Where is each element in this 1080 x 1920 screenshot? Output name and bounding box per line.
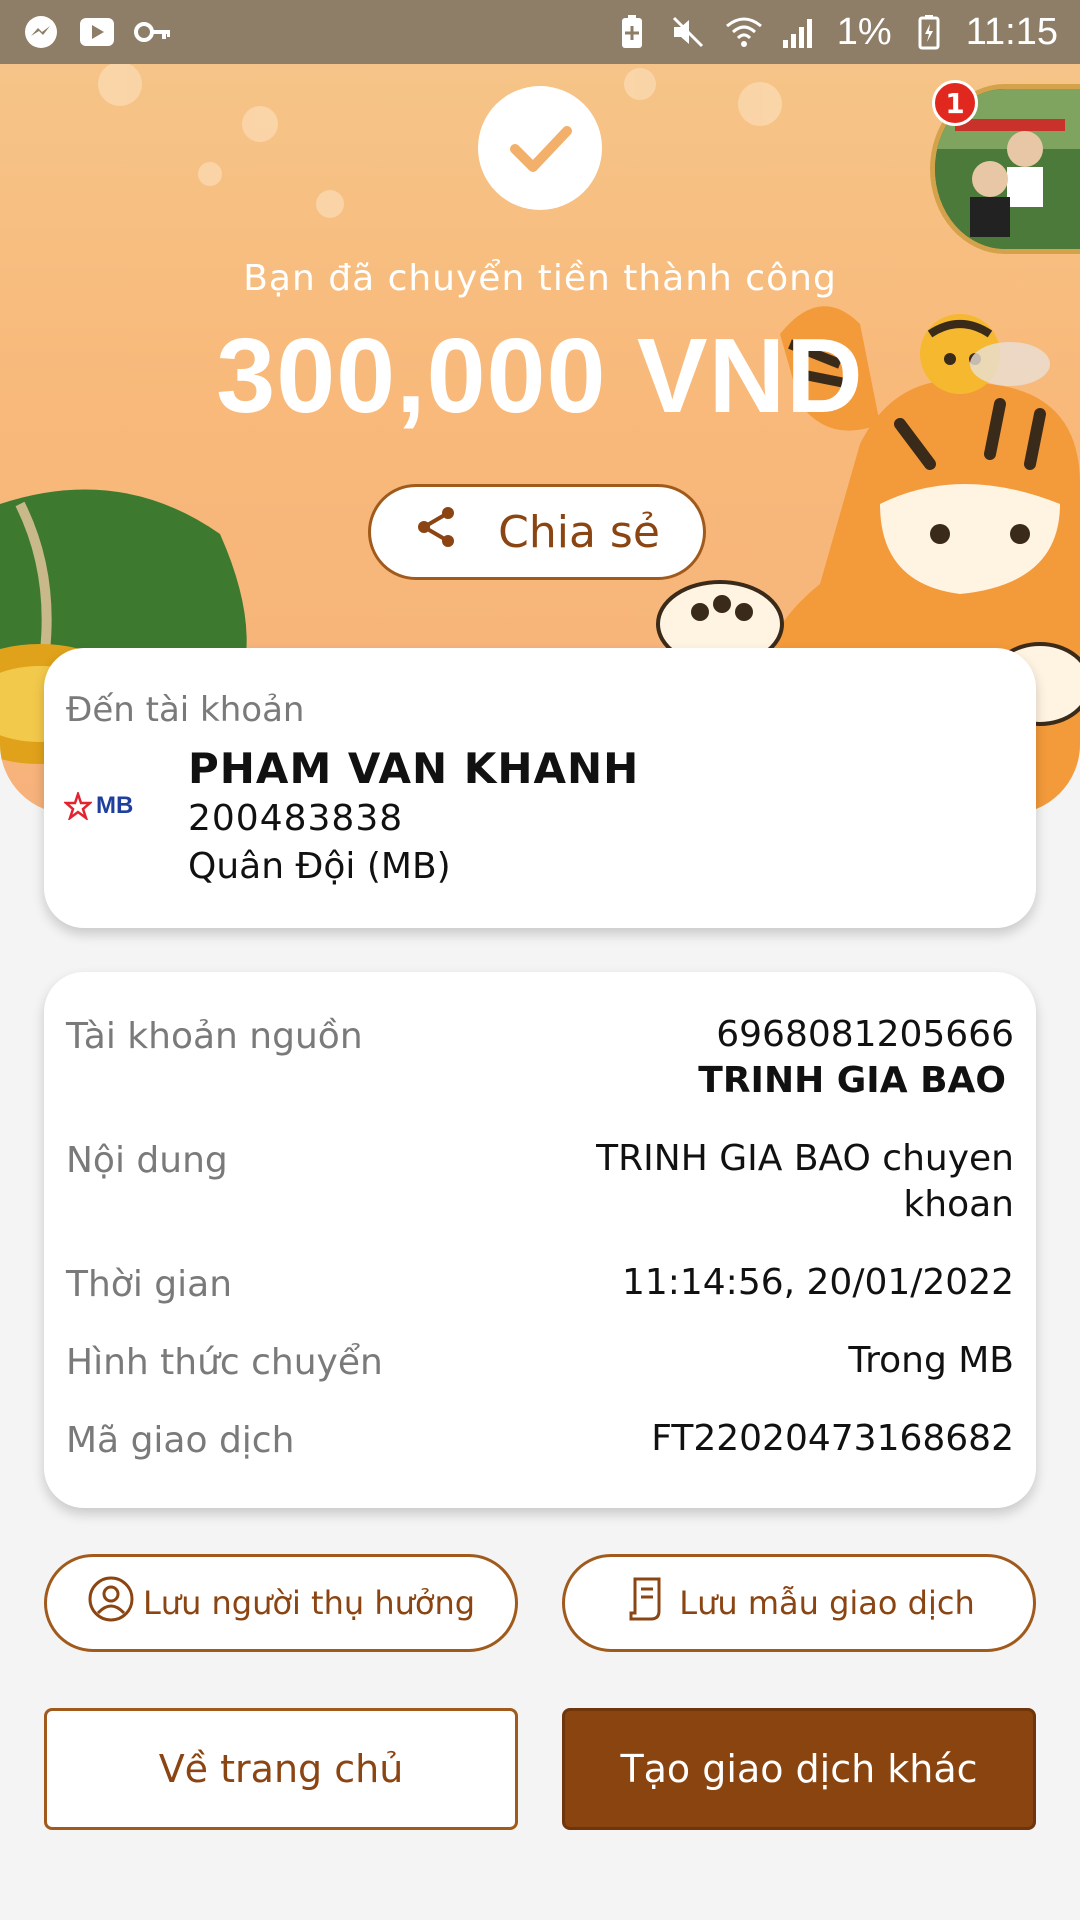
battery-saver-icon (613, 13, 651, 51)
new-transaction-button[interactable]: Tạo giao dịch khác (562, 1708, 1036, 1830)
success-check-icon (478, 86, 602, 210)
transaction-id-label: Mã giao dịch (66, 1420, 295, 1461)
battery-icon (910, 13, 948, 51)
destination-card: Đến tài khoản MB PHAM VAN KHANH 20048383… (44, 648, 1036, 928)
save-beneficiary-button[interactable]: Lưu người thụ hưởng (44, 1554, 518, 1652)
beneficiary-account-number: 200483838 (188, 798, 404, 839)
method-value: Trong MB (848, 1340, 1014, 1381)
save-template-button[interactable]: Lưu mẫu giao dịch (562, 1554, 1036, 1652)
mute-icon (669, 13, 707, 51)
save-template-label: Lưu mẫu giao dịch (679, 1584, 975, 1622)
transfer-amount: 300,000 VND (216, 317, 864, 435)
transaction-id-value: FT22020473168682 (651, 1418, 1014, 1459)
video-icon (78, 13, 116, 51)
time-value: 11:14:56, 20/01/2022 (621, 1262, 1014, 1303)
status-bar: 1% 11:15 (0, 0, 1080, 64)
content-line-1: TRINH GIA BAO chuyen (596, 1138, 1014, 1179)
method-label: Hình thức chuyển (66, 1342, 383, 1383)
mb-star-icon (64, 792, 92, 820)
signal-icon (781, 13, 819, 51)
content-value: TRINH GIA BAO chuyen khoan (596, 1136, 1014, 1228)
content-line-2: khoan (903, 1184, 1014, 1225)
notification-badge: 1 (932, 80, 978, 126)
source-account-value: 6968081205666 TRINH GIA BAO (698, 1012, 1014, 1104)
success-message: Bạn đã chuyển tiền thành công (243, 258, 837, 299)
time-label: Thời gian (66, 1264, 233, 1305)
battery-percent: 1% (836, 10, 892, 53)
receipt-icon (623, 1575, 671, 1631)
key-icon (134, 13, 172, 51)
beneficiary-bank: Quân Đội (MB) (188, 846, 451, 887)
save-beneficiary-label: Lưu người thụ hưởng (142, 1584, 476, 1622)
beneficiary-name: PHAM VAN KHANH (188, 744, 640, 793)
clock: 11:15 (965, 10, 1058, 53)
messenger-icon (22, 13, 60, 51)
user-circle-icon (87, 1575, 135, 1631)
mb-logo-text: MB (96, 792, 134, 819)
source-account-name: TRINH GIA BAO (698, 1060, 1006, 1101)
mb-bank-logo: MB (64, 792, 133, 820)
wifi-icon (725, 13, 763, 51)
share-button[interactable]: Chia sẻ (368, 484, 706, 580)
home-button[interactable]: Về trang chủ (44, 1708, 518, 1830)
content-label: Nội dung (66, 1140, 228, 1181)
share-icon (414, 505, 458, 560)
transaction-details-card: Tài khoản nguồn 6968081205666 TRINH GIA … (44, 972, 1036, 1508)
share-label: Chia sẻ (498, 506, 660, 558)
source-account-number: 6968081205666 (716, 1014, 1014, 1055)
source-account-label: Tài khoản nguồn (66, 1016, 363, 1057)
destination-label: Đến tài khoản (66, 690, 305, 730)
